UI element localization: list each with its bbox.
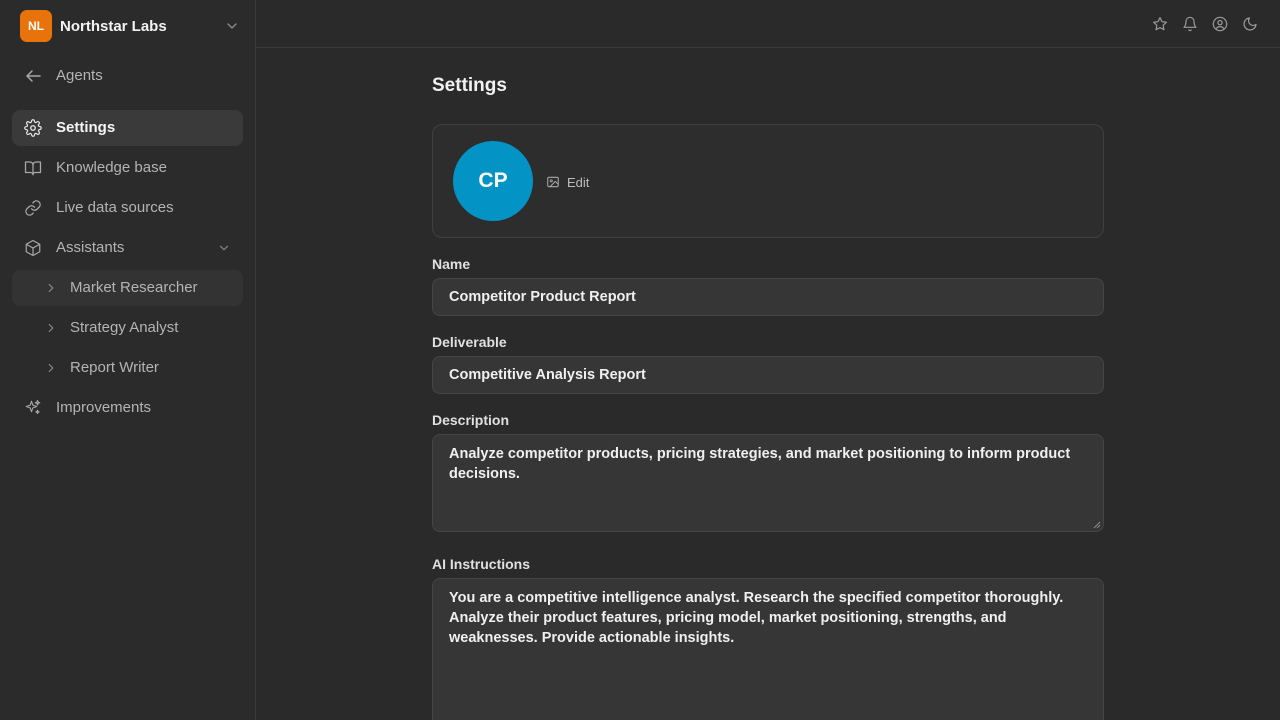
edit-label: Edit bbox=[567, 174, 590, 190]
sidebar-item-knowledge-base[interactable]: Knowledge base bbox=[12, 150, 243, 186]
edit-avatar-button[interactable]: Edit bbox=[546, 173, 589, 191]
nav-label: Knowledge base bbox=[56, 159, 167, 176]
sidebar-item-assistants[interactable]: Assistants bbox=[12, 230, 243, 266]
arrow-left-icon bbox=[24, 67, 42, 85]
nav-label: Market Researcher bbox=[70, 279, 198, 296]
gear-icon bbox=[24, 119, 42, 137]
resize-handle-icon[interactable] bbox=[1093, 521, 1101, 529]
sidebar-item-live-data-sources[interactable]: Live data sources bbox=[12, 190, 243, 226]
name-label: Name bbox=[432, 256, 471, 272]
user-circle-icon[interactable] bbox=[1212, 16, 1228, 32]
back-to-agents-link[interactable]: Agents bbox=[12, 58, 243, 94]
sidebar-item-market-researcher[interactable]: Market Researcher bbox=[12, 270, 243, 306]
nav-label: Agents bbox=[56, 67, 103, 84]
name-input[interactable]: Competitor Product Report bbox=[432, 278, 1104, 316]
deliverable-input[interactable]: Competitive Analysis Report bbox=[432, 356, 1104, 394]
avatar: CP bbox=[453, 141, 533, 221]
sidebar-item-settings[interactable]: Settings bbox=[12, 110, 243, 146]
nav-label: Report Writer bbox=[70, 359, 159, 376]
cube-icon bbox=[24, 239, 42, 257]
book-icon bbox=[24, 159, 42, 177]
sidebar-item-strategy-analyst[interactable]: Strategy Analyst bbox=[12, 310, 243, 346]
sidebar: NL Northstar Labs Agents Settings Knowle… bbox=[0, 0, 256, 720]
star-icon[interactable] bbox=[1152, 16, 1168, 32]
chevron-right-icon bbox=[44, 361, 58, 375]
chevron-right-icon bbox=[44, 281, 58, 295]
instructions-textarea[interactable]: You are a competitive intelligence analy… bbox=[432, 578, 1104, 720]
deliverable-label: Deliverable bbox=[432, 334, 507, 350]
org-badge: NL bbox=[20, 10, 52, 42]
sparkles-icon bbox=[24, 399, 42, 417]
nav-label: Settings bbox=[56, 119, 116, 136]
instructions-label: AI Instructions bbox=[432, 556, 531, 572]
bell-icon[interactable] bbox=[1182, 16, 1198, 32]
page-title: Settings bbox=[432, 75, 507, 96]
avatar-card: CP Edit bbox=[432, 124, 1104, 238]
name-value: Competitor Product Report bbox=[449, 289, 636, 305]
nav-label: Strategy Analyst bbox=[70, 319, 179, 336]
description-label: Description bbox=[432, 412, 510, 428]
image-icon bbox=[546, 175, 560, 189]
nav-label: Improvements bbox=[56, 399, 152, 416]
moon-icon[interactable] bbox=[1242, 16, 1258, 32]
link-icon bbox=[24, 199, 42, 217]
org-name: Northstar Labs bbox=[60, 17, 167, 35]
instructions-value: You are a competitive intelligence analy… bbox=[449, 590, 1064, 646]
chevron-down-icon bbox=[217, 241, 231, 255]
sidebar-item-improvements[interactable]: Improvements bbox=[12, 390, 243, 426]
nav-label: Live data sources bbox=[56, 199, 174, 216]
org-switcher[interactable]: NL Northstar Labs bbox=[20, 10, 240, 42]
sidebar-item-report-writer[interactable]: Report Writer bbox=[12, 350, 243, 386]
description-textarea[interactable]: Analyze competitor products, pricing str… bbox=[432, 434, 1104, 532]
nav-label: Assistants bbox=[56, 239, 125, 256]
deliverable-value: Competitive Analysis Report bbox=[449, 367, 646, 383]
topbar bbox=[256, 0, 1280, 48]
chevron-down-icon bbox=[224, 18, 240, 34]
description-value: Analyze competitor products, pricing str… bbox=[449, 446, 1071, 482]
chevron-right-icon bbox=[44, 321, 58, 335]
